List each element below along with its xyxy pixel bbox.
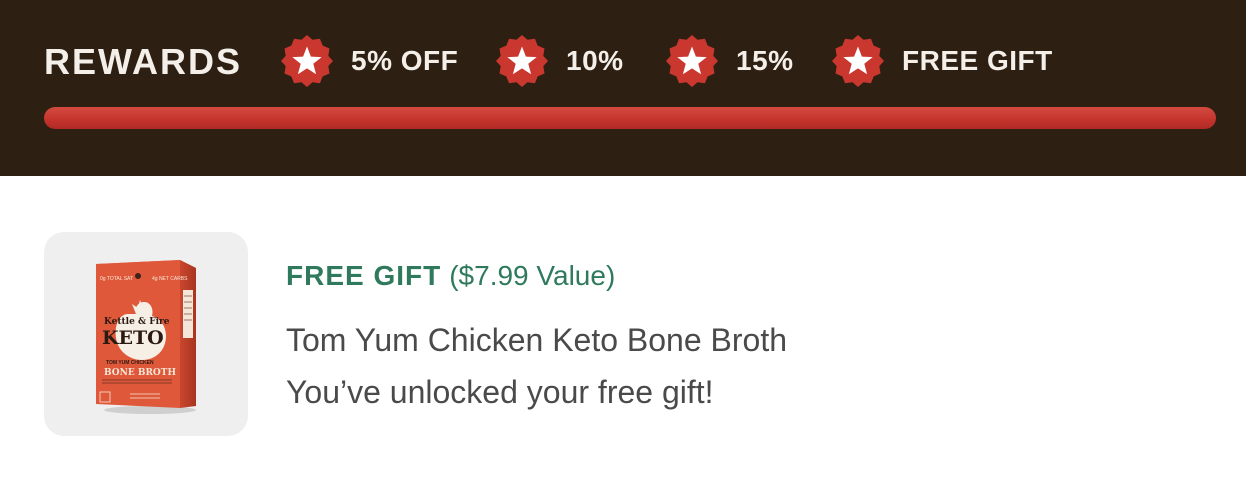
tier-label: FREE GIFT (902, 45, 1053, 76)
star-badge-icon (281, 35, 333, 87)
reward-tier-10: 10% (494, 33, 624, 89)
reward-tier-15: 15% (664, 33, 794, 89)
rewards-title: REWARDS (44, 41, 243, 82)
rewards-progress-fill (44, 107, 1216, 129)
star-badge-icon (496, 35, 548, 87)
reward-tier-5-off: 5% OFF (279, 33, 458, 89)
gift-product-card[interactable]: 0g TOTAL SAT 4g NET CARBS Kettle & Fire … (44, 232, 248, 436)
rewards-header: REWARDS 5% OFF 10% 15% FREE GIFT (0, 0, 1246, 176)
gift-tag: FREE GIFT ($7.99 Value) (286, 258, 615, 294)
reward-tier-free-gift: FREE GIFT (830, 33, 1053, 89)
tier-label: 5% OFF (351, 45, 459, 76)
tier-label: 15% (736, 45, 794, 76)
gift-value: ($7.99 Value) (449, 260, 616, 291)
rewards-progress-bar (44, 107, 1216, 129)
box-badge-carbs: 4g NET CARBS (152, 276, 188, 282)
gift-tag-label: FREE GIFT (286, 260, 442, 291)
box-brand: Kettle & Fire (104, 317, 170, 327)
gift-product-name[interactable]: Tom Yum Chicken Keto Bone Broth (286, 320, 787, 360)
product-box-image: 0g TOTAL SAT 4g NET CARBS Kettle & Fire … (96, 260, 196, 414)
gift-unlocked-message: You’ve unlocked your free gift! (286, 374, 714, 410)
box-flavor: TOM YUM CHICKEN (106, 360, 154, 366)
star-badge-icon (666, 35, 718, 87)
tier-label: 10% (566, 45, 624, 76)
box-product-type: BONE BROTH (104, 368, 176, 378)
box-badge-fat: 0g TOTAL SAT (100, 276, 133, 282)
star-badge-icon (832, 35, 884, 87)
box-product-line: KETO (102, 327, 164, 349)
